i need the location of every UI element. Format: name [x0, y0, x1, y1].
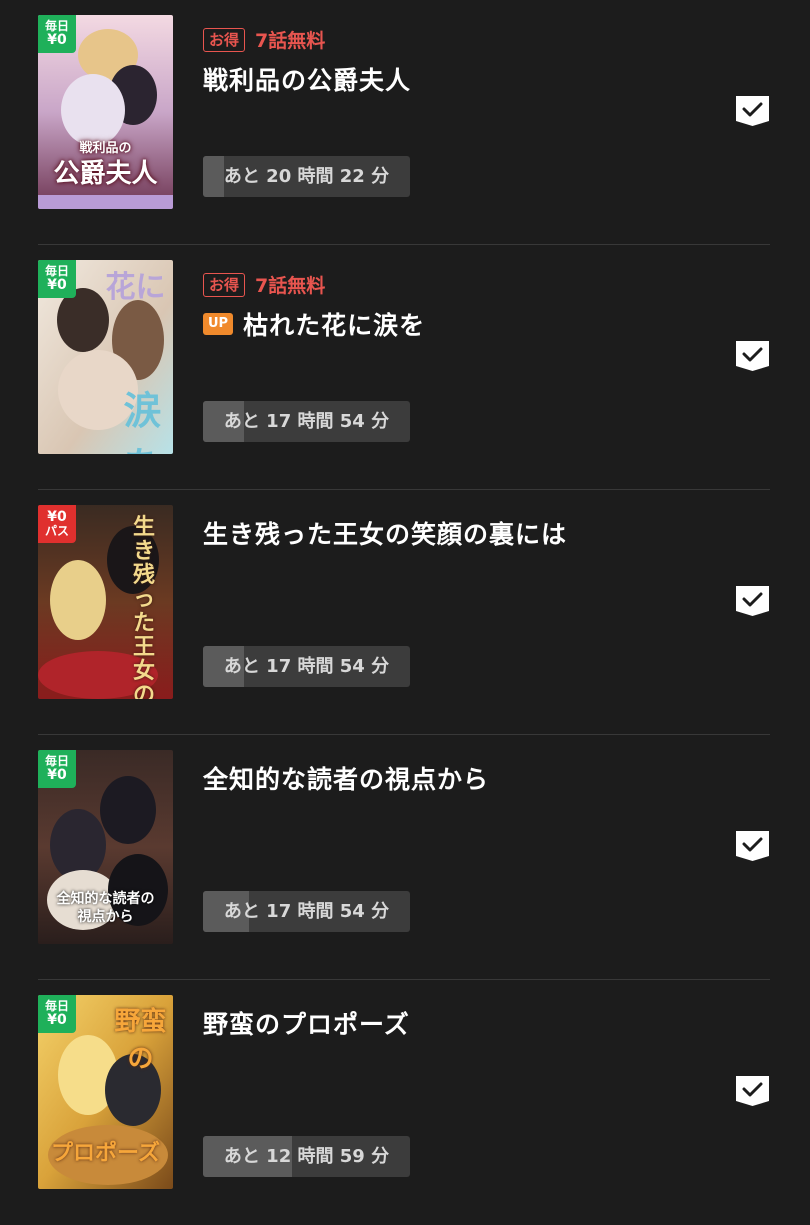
cover-title: 公爵夫人: [53, 159, 158, 189]
up-badge: UP: [203, 313, 234, 335]
free-badge: ¥0 パス: [38, 505, 76, 543]
cover-thumbnail[interactable]: 花に 涙を 毎日 ¥0: [38, 260, 173, 454]
countdown-bar: あと 17 時間 54 分: [203, 891, 410, 932]
free-badge: 毎日 ¥0: [38, 15, 76, 53]
cover-thumbnail[interactable]: 全知的な読者の視点から 毎日 ¥0: [38, 750, 173, 944]
countdown-text: あと 12 時間 59 分: [223, 1146, 390, 1167]
countdown-text: あと 20 時間 22 分: [223, 166, 390, 187]
cover-thumbnail[interactable]: 生き残った王女の笑顔の裏には ¥0 パス: [38, 505, 173, 699]
title-row: 野蛮のプロポーズ: [203, 1005, 410, 1041]
title-row: 生き残った王女の笑顔の裏には: [203, 515, 567, 551]
countdown-text: あと 17 時間 54 分: [223, 656, 390, 677]
countdown-bar: あと 12 時間 59 分: [203, 1136, 410, 1177]
cover-thumbnail[interactable]: 戦利品の 公爵夫人 毎日 ¥0: [38, 15, 173, 209]
cover-thumbnail[interactable]: 野蛮の プロポーズ 毎日 ¥0: [38, 995, 173, 1189]
list-item[interactable]: 花に 涙を 毎日 ¥0 お得 7話無料 UP 枯れた花に涙を あと 17 時間 …: [0, 245, 810, 490]
title-row: 戦利品の公爵夫人: [203, 61, 411, 97]
comic-title[interactable]: 生き残った王女の笑顔の裏には: [203, 515, 567, 551]
badge-line2: パス: [44, 524, 69, 539]
promo-row: お得 7話無料: [203, 26, 325, 53]
free-badge: 毎日 ¥0: [38, 995, 76, 1033]
badge-line2: ¥0: [47, 1011, 67, 1028]
list-item[interactable]: 野蛮の プロポーズ 毎日 ¥0 野蛮のプロポーズ あと 12 時間 59 分: [0, 980, 810, 1225]
comic-title[interactable]: 枯れた花に涙を: [243, 306, 425, 342]
cover-title: 生き残った王女の笑顔の裏には: [132, 514, 155, 699]
badge-line1: ¥0: [47, 509, 67, 526]
list-item[interactable]: 戦利品の 公爵夫人 毎日 ¥0 お得 7話無料 戦利品の公爵夫人 あと 20 時…: [0, 0, 810, 245]
badge-line2: ¥0: [47, 766, 67, 783]
comic-list: 戦利品の 公爵夫人 毎日 ¥0 お得 7話無料 戦利品の公爵夫人 あと 20 時…: [0, 0, 810, 1200]
cover-subtitle: プロポーズ: [51, 1140, 160, 1166]
free-badge: 毎日 ¥0: [38, 260, 76, 298]
countdown-bar: あと 17 時間 54 分: [203, 401, 410, 442]
list-item[interactable]: 生き残った王女の笑顔の裏には ¥0 パス 生き残った王女の笑顔の裏には あと 1…: [0, 490, 810, 735]
promo-tag: お得: [203, 27, 246, 52]
countdown-bar: あと 17 時間 54 分: [203, 646, 410, 687]
bookmark-check-icon[interactable]: [735, 585, 770, 617]
comic-title[interactable]: 全知的な読者の視点から: [203, 760, 489, 796]
cover-title: 涙を: [123, 388, 162, 454]
countdown-text: あと 17 時間 54 分: [223, 901, 390, 922]
promo-row: お得 7話無料: [203, 271, 325, 298]
cover-title: 野蛮の: [114, 1007, 167, 1074]
bookmark-check-icon[interactable]: [735, 830, 770, 862]
promo-tag: お得: [203, 272, 246, 297]
title-row: 全知的な読者の視点から: [203, 760, 489, 796]
bookmark-check-icon[interactable]: [735, 1075, 770, 1107]
countdown-text: あと 17 時間 54 分: [223, 411, 390, 432]
bookmark-check-icon[interactable]: [735, 95, 770, 127]
cover-title: 全知的な読者の視点から: [56, 891, 155, 925]
promo-text: 7話無料: [255, 30, 326, 52]
badge-line2: ¥0: [47, 276, 67, 293]
bookmark-check-icon[interactable]: [735, 340, 770, 372]
badge-line2: ¥0: [47, 31, 67, 48]
promo-text: 7話無料: [255, 275, 326, 297]
countdown-bar: あと 20 時間 22 分: [203, 156, 410, 197]
list-item[interactable]: 全知的な読者の視点から 毎日 ¥0 全知的な読者の視点から あと 17 時間 5…: [0, 735, 810, 980]
cover-subtitle: 花に: [105, 270, 166, 305]
comic-title[interactable]: 野蛮のプロポーズ: [203, 1005, 410, 1041]
title-row: UP 枯れた花に涙を: [203, 306, 425, 342]
free-badge: 毎日 ¥0: [38, 750, 76, 788]
comic-title[interactable]: 戦利品の公爵夫人: [203, 61, 411, 97]
